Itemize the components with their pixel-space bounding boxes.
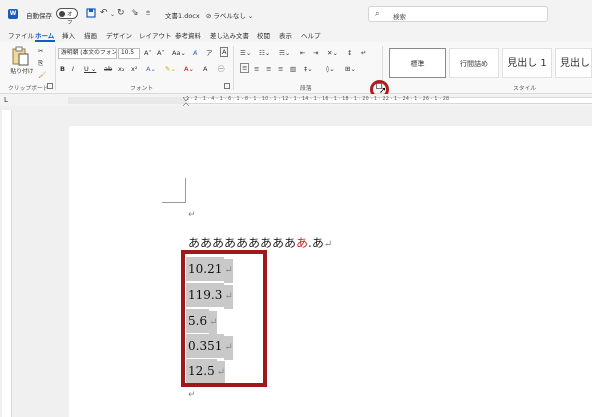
distributed-icon[interactable]: ▥ — [290, 63, 296, 75]
tab-mailings[interactable]: 差し込み文書 — [210, 30, 249, 40]
undo-dropdown-icon[interactable]: ⌄ — [110, 10, 115, 20]
font-size-select[interactable]: 10.5 — [118, 48, 140, 59]
tab-review[interactable]: 校閲 — [257, 30, 270, 40]
style-heading-1[interactable]: 見出し 1 — [502, 48, 552, 78]
format-painter-icon[interactable]: 🖌 — [38, 69, 46, 81]
justify-icon[interactable]: ≡ — [278, 63, 283, 75]
font-color-icon[interactable]: A⌄ — [184, 63, 194, 75]
tab-draw[interactable]: 描画 — [84, 30, 97, 40]
paragraph-mark: ↵ — [188, 210, 196, 220]
decrease-indent-icon[interactable]: ⇤ — [300, 47, 305, 59]
japanese-text-line[interactable]: ああああああああああ.あ↵ — [188, 234, 332, 251]
toggle-knob — [59, 11, 65, 17]
phonetic-guide-icon[interactable]: ア — [206, 47, 213, 59]
enclose-char-icon[interactable]: A — [220, 47, 229, 57]
shading-icon[interactable]: ◊⌄ — [326, 63, 335, 75]
autosave-label: 自動保存 — [26, 12, 52, 20]
title-bar: W 自動保存 オフ ↶ ⌄ ↻ ⇘ ⩧ 文書1.docx ⊘ ラベルなし ⌄ ⌕… — [0, 0, 592, 28]
jp-text-tail: .あ — [308, 236, 324, 250]
grow-font-icon[interactable]: A˄ — [144, 47, 152, 59]
page-corner-mark — [162, 178, 186, 203]
save-icon[interactable] — [86, 8, 96, 21]
style-heading-2[interactable]: 見出し — [555, 48, 592, 78]
align-left-icon[interactable]: ≡ — [240, 63, 250, 73]
strikethrough-button[interactable]: ab — [104, 63, 112, 75]
font-launcher-icon[interactable] — [224, 83, 230, 89]
group-paragraph-label: 段落 — [300, 86, 312, 92]
tab-stop-selector[interactable]: L — [4, 96, 8, 104]
subscript-button[interactable]: x₂ — [118, 63, 124, 75]
group-font-label: フォント — [130, 86, 154, 92]
paragraph-mark: ↵ — [188, 390, 196, 400]
search-input[interactable]: ⌕ 検索 — [368, 6, 548, 22]
paragraph-mark: ↵ — [323, 239, 333, 250]
jp-text-red: あ — [296, 236, 309, 250]
bold-button[interactable]: B — [60, 63, 65, 75]
document-title: 文書1.docx ⊘ ラベルなし ⌄ — [165, 12, 254, 20]
clear-formatting-icon[interactable]: A̸ — [193, 47, 197, 59]
highlight-color-icon[interactable]: ✎⌄ — [165, 63, 176, 75]
style-no-spacing[interactable]: 行間詰め — [449, 48, 499, 78]
bullets-icon[interactable]: ☰⌄ — [240, 47, 251, 59]
text-effects-icon[interactable]: A⌄ — [146, 63, 156, 75]
group-separator — [233, 46, 234, 90]
numbering-icon[interactable]: ☷⌄ — [259, 47, 270, 59]
autosave-state: オフ — [67, 12, 73, 26]
char-shading-icon[interactable]: A — [203, 63, 207, 75]
show-marks-icon[interactable]: ↵ — [361, 47, 366, 59]
styles-gallery: 標準 行間詰め 見出し 1 見出し — [385, 46, 592, 81]
redo-icon[interactable]: ↻ — [117, 8, 125, 18]
enclosed-char-icon[interactable]: ㊀ — [218, 63, 225, 75]
asian-layout-icon[interactable]: ✕⌄ — [327, 47, 338, 59]
paste-label: 貼り付け — [10, 69, 34, 75]
undo-icon[interactable]: ↶ — [100, 8, 108, 18]
search-icon: ⌕ — [375, 9, 380, 18]
autosave-toggle[interactable]: オフ — [56, 8, 78, 26]
style-normal[interactable]: 標準 — [389, 48, 446, 78]
tab-insert[interactable]: 挿入 — [62, 30, 75, 40]
document-page[interactable] — [69, 126, 592, 417]
superscript-button[interactable]: x² — [131, 63, 137, 75]
tab-design[interactable]: デザイン — [106, 30, 132, 40]
tab-view[interactable]: 表示 — [279, 30, 292, 40]
increase-indent-icon[interactable]: ⇥ — [313, 47, 318, 59]
ribbon-tabs: ファイル ホーム 挿入 描画 デザイン レイアウト 参考資料 差し込み文書 校閲… — [0, 28, 592, 42]
italic-button[interactable]: I — [72, 63, 74, 75]
touch-mode-icon[interactable]: ⇘ — [131, 8, 139, 18]
customize-toolbar-icon[interactable]: ⩧ — [146, 8, 150, 18]
group-separator — [55, 46, 56, 90]
change-case-icon[interactable]: Aa⌄ — [172, 47, 186, 59]
font-name-select[interactable]: 游明朝 (本文のフォン — [58, 48, 117, 59]
align-center-icon[interactable]: ≡ — [254, 63, 259, 75]
cut-icon[interactable]: ✂ — [38, 45, 43, 57]
selection-highlight-box — [181, 250, 267, 387]
search-placeholder: 検索 — [393, 13, 406, 21]
tab-references[interactable]: 参考資料 — [175, 30, 201, 40]
jp-text-main: あああああああああ — [188, 236, 297, 250]
ruler-numbers: 1 · 2 · 1 · 4 · 1 · 6 · 1 · 8 · 1 · 10 ·… — [186, 97, 450, 102]
group-styles-label: スタイル — [513, 86, 537, 92]
tab-layout[interactable]: レイアウト — [139, 30, 172, 40]
word-logo-icon: W — [8, 9, 18, 19]
underline-button[interactable]: U ⌄ — [84, 63, 96, 75]
copy-icon[interactable]: ⎘ — [38, 57, 43, 69]
tab-home[interactable]: ホーム — [35, 30, 54, 40]
clipboard-launcher-icon[interactable] — [47, 83, 53, 89]
tab-file[interactable]: ファイル — [8, 30, 34, 40]
align-right-icon[interactable]: ≡ — [266, 63, 271, 75]
sort-icon[interactable]: ↕ — [347, 47, 352, 59]
vertical-ruler[interactable] — [2, 110, 12, 417]
tab-help[interactable]: ヘルプ — [301, 30, 321, 40]
shrink-font-icon[interactable]: A˅ — [157, 47, 165, 59]
multilevel-list-icon[interactable]: ☴⌄ — [279, 47, 290, 59]
group-clipboard-label: クリップボード — [8, 86, 49, 92]
line-spacing-icon[interactable]: ‡⌄ — [304, 63, 313, 75]
paste-icon[interactable] — [10, 46, 30, 66]
ruler-margin — [68, 97, 186, 104]
borders-icon[interactable]: ⊞⌄ — [345, 63, 356, 75]
indent-marker[interactable] — [182, 94, 190, 110]
